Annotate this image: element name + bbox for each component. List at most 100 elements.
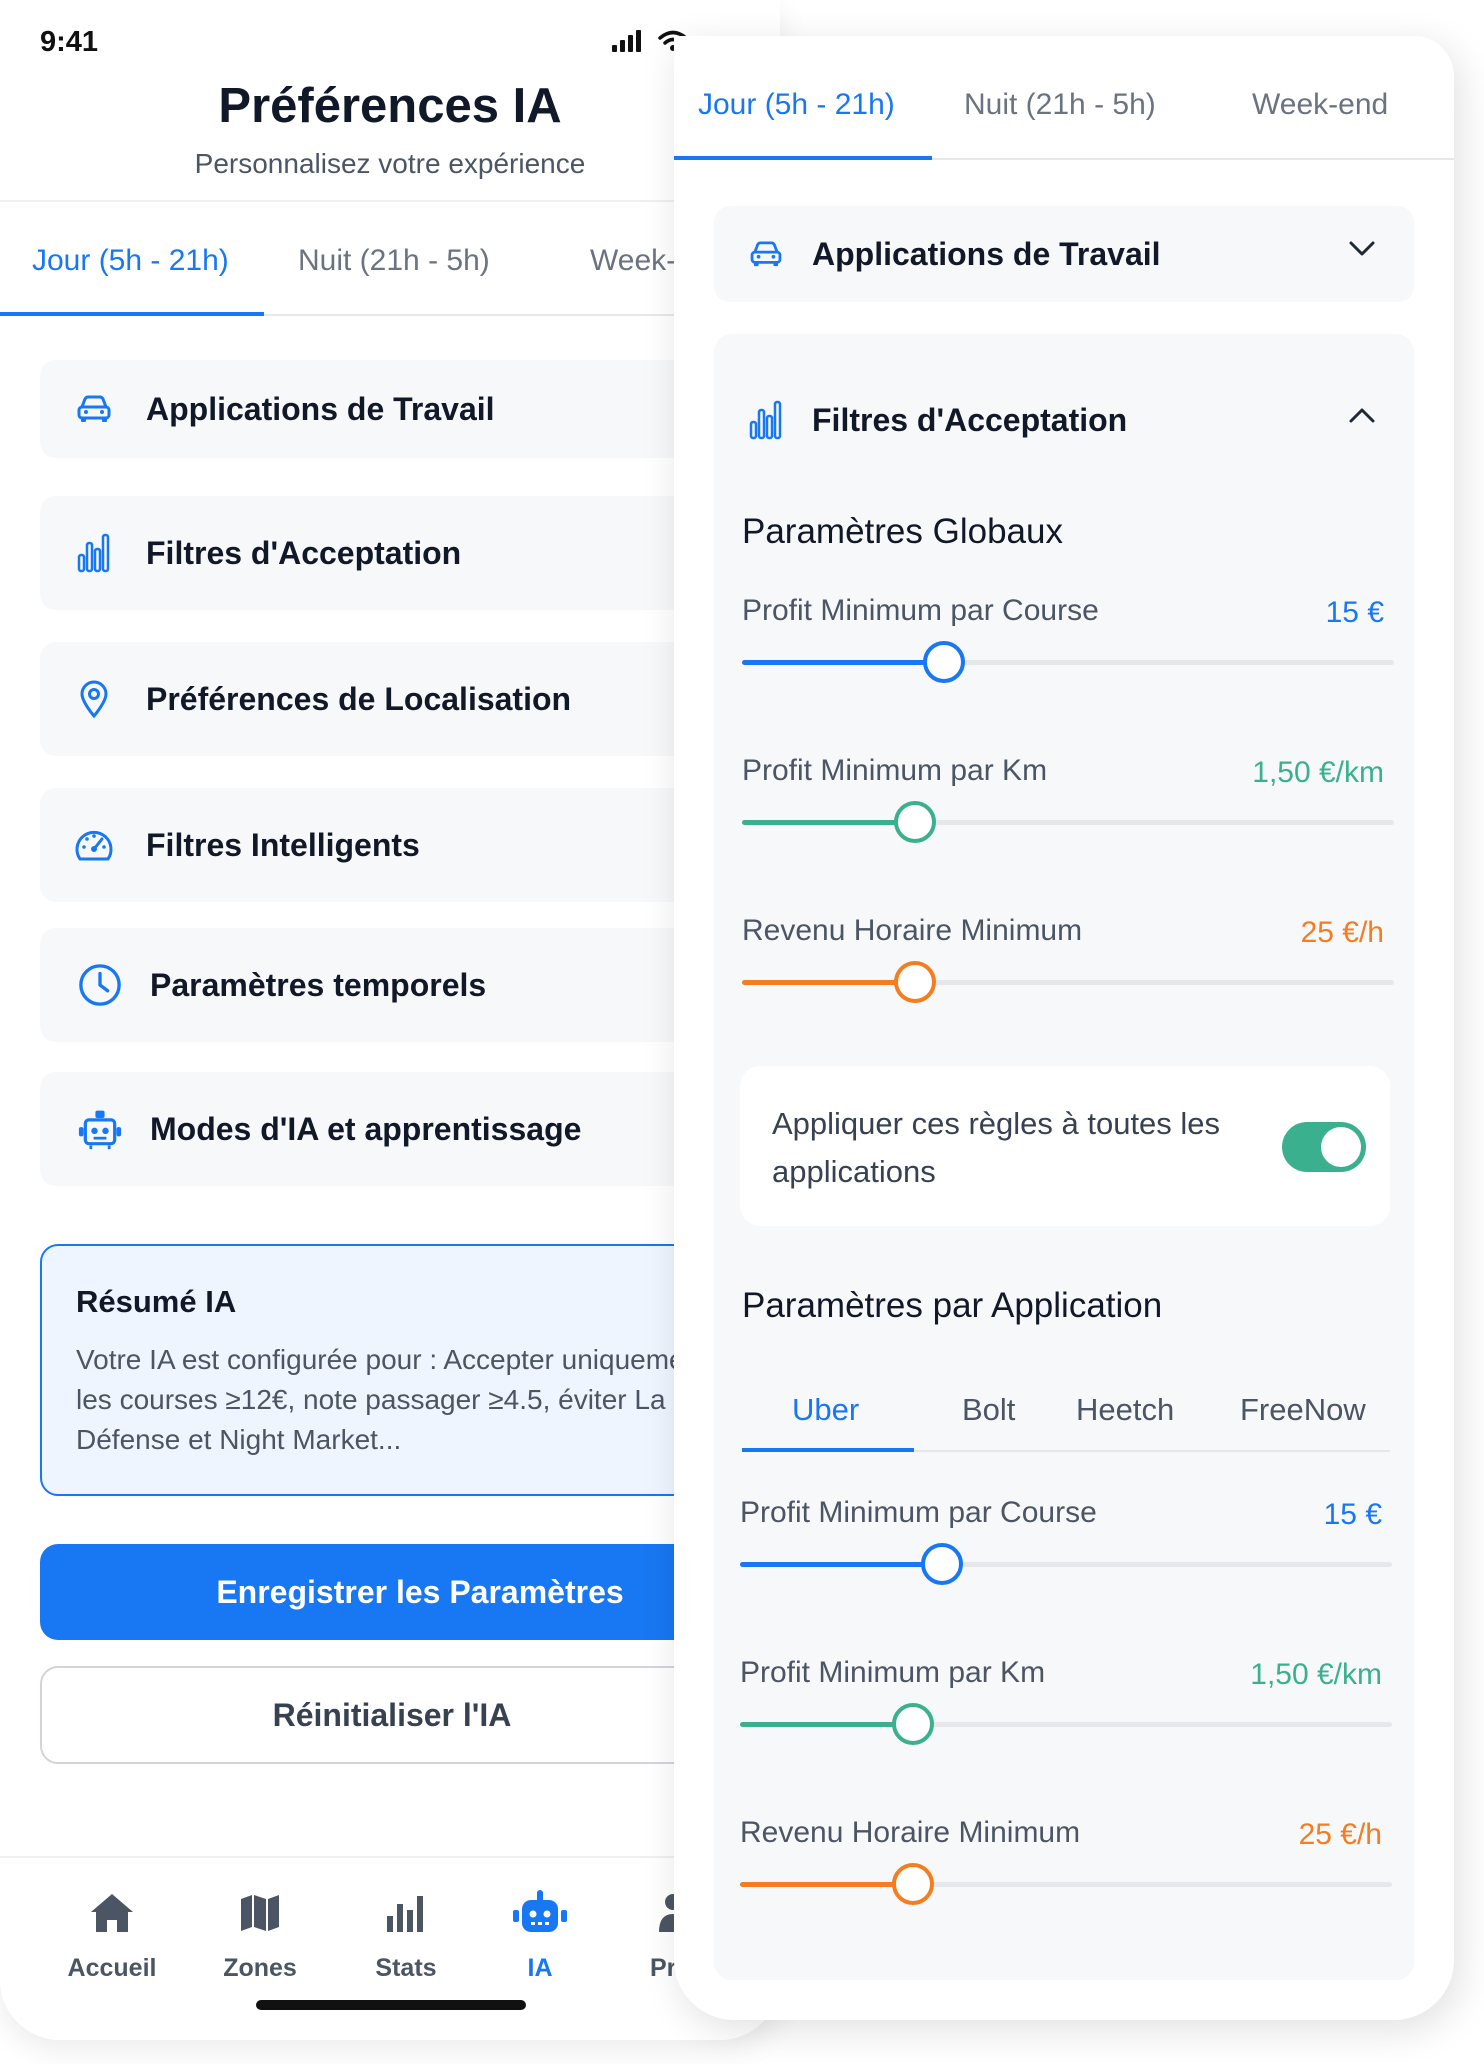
slider-thumb[interactable] (923, 641, 966, 683)
header-divider (0, 200, 780, 202)
reset-ai-button[interactable]: Réinitialiser l'IA (40, 1666, 780, 1764)
app-tab-freenow[interactable]: FreeNow (1240, 1392, 1366, 1428)
menu-item-time-settings[interactable]: Paramètres temporels (40, 928, 780, 1042)
tab-night[interactable]: Nuit (21h - 5h) (298, 244, 490, 278)
slider-thumb[interactable] (891, 1703, 934, 1745)
slider-fill (742, 980, 915, 985)
reset-ai-label: Réinitialiser l'IA (272, 1697, 512, 1733)
app-slider-min-profit-km: Profit Minimum par Km 1,50 €/km (740, 1656, 1392, 1766)
slider-track[interactable] (742, 801, 1394, 843)
tab-day[interactable]: Jour (5h - 21h) (32, 244, 229, 278)
bottom-nav: Accueil Zones Stats IA Pr (0, 1856, 780, 2040)
slider-fill (740, 1562, 943, 1567)
slider-value: 15 € (1325, 596, 1384, 629)
signal-icon (612, 30, 641, 52)
nav-item-zones[interactable]: Zones (200, 1886, 320, 1983)
slider-track[interactable] (742, 961, 1394, 1003)
app-slider-min-profit-course: Profit Minimum par Course 15 € (740, 1496, 1392, 1606)
slider-label: Profit Minimum par Km (740, 1656, 1046, 1689)
period-tabs-detail: Jour (5h - 21h) Nuit (21h - 5h) Week-end (674, 36, 1454, 160)
chevron-down-icon[interactable] (1348, 240, 1376, 263)
page-title: Préférences IA (218, 79, 562, 133)
card-header[interactable]: Filtres d'Acceptation (714, 372, 1414, 468)
home-icon (52, 1886, 172, 1940)
work-apps-card[interactable]: Applications de Travail (714, 206, 1414, 302)
app-tabs: Uber Bolt Heetch FreeNow (742, 1380, 1390, 1452)
slider-label: Revenu Horaire Minimum (740, 1816, 1081, 1849)
menu-item-label: Filtres Intelligents (146, 826, 420, 863)
toggle-label: Appliquer ces règles à toutes les applic… (772, 1106, 1221, 1189)
nav-item-ai[interactable]: IA (480, 1886, 600, 1983)
bar-chart-icon (72, 531, 116, 575)
menu-item-smart-filters[interactable]: Filtres Intelligents (40, 788, 780, 902)
slider-value: 1,50 €/km (1252, 756, 1384, 789)
apply-all-apps-toggle[interactable] (1282, 1122, 1366, 1172)
slider-fill (740, 1882, 913, 1887)
slider-min-profit-course: Profit Minimum par Course 15 € (742, 594, 1394, 704)
nav-label: Accueil (67, 1954, 157, 1982)
map-icon (200, 1886, 320, 1940)
ai-summary-card: Résumé IA Votre IA est configurée pour :… (40, 1244, 780, 1496)
location-pin-icon (72, 677, 116, 721)
main-screen: 9:41 Préférences IA Personnalisez votre … (0, 0, 780, 2040)
robot-icon (78, 1107, 122, 1151)
menu-item-location-prefs[interactable]: Préférences de Localisation (40, 642, 780, 756)
chevron-up-icon[interactable] (1348, 406, 1376, 429)
slider-thumb[interactable] (893, 961, 936, 1003)
slider-track[interactable] (740, 1703, 1392, 1745)
slider-min-profit-km: Profit Minimum par Km 1,50 €/km (742, 754, 1394, 864)
card-header: Applications de Travail (714, 206, 1414, 302)
card-title: Applications de Travail (812, 235, 1161, 272)
app-tab-heetch[interactable]: Heetch (1076, 1392, 1174, 1428)
slider-thumb[interactable] (921, 1543, 964, 1585)
tab-weekend[interactable]: Week-end (1252, 88, 1388, 122)
slider-min-hourly-revenue: Revenu Horaire Minimum 25 €/h (742, 914, 1394, 1024)
save-settings-label: Enregistrer les Paramètres (216, 1574, 624, 1610)
slider-value: 1,50 €/km (1250, 1658, 1382, 1691)
clock-icon (78, 963, 122, 1007)
save-settings-button[interactable]: Enregistrer les Paramètres (40, 1544, 780, 1640)
menu-item-label: Filtres d'Acceptation (146, 534, 462, 571)
menu-item-ai-modes[interactable]: Modes d'IA et apprentissage (40, 1072, 780, 1186)
slider-track[interactable] (742, 641, 1394, 683)
app-tab-bolt[interactable]: Bolt (962, 1392, 1015, 1428)
page-subtitle: Personnalisez votre expérience (194, 148, 586, 179)
active-tab-indicator (0, 312, 264, 316)
app-slider-min-hourly-revenue: Revenu Horaire Minimum 25 €/h (740, 1816, 1392, 1926)
menu-item-label: Préférences de Localisation (146, 680, 572, 717)
stats-icon (346, 1886, 466, 1940)
summary-text: Votre IA est configurée pour : Accepter … (76, 1344, 708, 1455)
car-icon (72, 387, 116, 431)
nav-label: Zones (223, 1954, 297, 1982)
nav-item-stats[interactable]: Stats (346, 1886, 466, 1983)
slider-label: Profit Minimum par Km (742, 754, 1048, 787)
slider-fill (742, 660, 945, 665)
menu-item-label: Paramètres temporels (150, 966, 487, 1003)
app-tab-uber[interactable]: Uber (792, 1392, 859, 1428)
slider-fill (740, 1722, 913, 1727)
nav-label: Stats (375, 1954, 437, 1982)
slider-value: 25 €/h (1300, 916, 1384, 949)
slider-thumb[interactable] (893, 801, 936, 843)
menu-item-work-apps[interactable]: Applications de Travail (40, 360, 780, 458)
tab-night[interactable]: Nuit (21h - 5h) (964, 88, 1156, 122)
slider-label: Profit Minimum par Course (742, 594, 1099, 627)
nav-item-home[interactable]: Accueil (52, 1886, 172, 1983)
menu-item-label: Modes d'IA et apprentissage (150, 1110, 582, 1147)
slider-track[interactable] (740, 1543, 1392, 1585)
bar-chart-icon (746, 400, 786, 440)
per-app-params-title: Paramètres par Application (742, 1286, 1163, 1325)
active-app-indicator (742, 1448, 914, 1452)
robot-icon (480, 1886, 600, 1940)
slider-label: Revenu Horaire Minimum (742, 914, 1083, 947)
summary-title: Résumé IA (76, 1284, 237, 1319)
period-tabs: Jour (5h - 21h) Nuit (21h - 5h) Week-e (0, 230, 780, 316)
nav-label: IA (527, 1954, 553, 1982)
active-tab-indicator (674, 156, 932, 160)
slider-value: 15 € (1323, 1498, 1382, 1531)
slider-track[interactable] (740, 1863, 1392, 1905)
status-time: 9:41 (40, 26, 99, 58)
menu-item-acceptance-filters[interactable]: Filtres d'Acceptation (40, 496, 780, 610)
slider-thumb[interactable] (891, 1863, 934, 1905)
tab-day[interactable]: Jour (5h - 21h) (698, 88, 895, 122)
